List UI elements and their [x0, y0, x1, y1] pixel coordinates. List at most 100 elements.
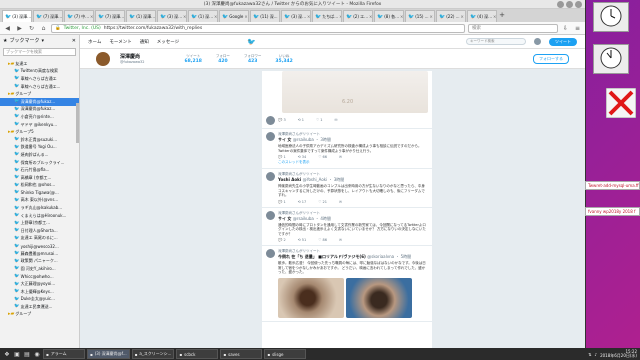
browser-tab[interactable]: 🐦 Google ×: [219, 10, 249, 22]
close-tab-icon[interactable]: ×: [430, 14, 433, 19]
bookmark-item[interactable]: 🐦 大正藤理@yoyoi...: [0, 280, 79, 288]
browser-tab[interactable]: 🐦(3) 深澤...×: [2, 10, 32, 22]
profile-stat[interactable]: ツイート 68,218: [185, 54, 202, 64]
bookmark-item[interactable]: 🐦 焼肉鈴ばんる...: [0, 151, 79, 159]
reply-button[interactable]: 💬 3: [278, 118, 286, 122]
bookmark-item[interactable]: 🐦 深澤慶尚@fukaz...: [0, 106, 79, 114]
taskbar-task[interactable]: ▪ saves: [220, 349, 263, 359]
nav-home[interactable]: ホーム: [88, 39, 101, 45]
tweet[interactable]: 💬 3 ⟲ 1 ♡ 1 ✉: [262, 113, 432, 129]
tweet-avatar[interactable]: [266, 172, 275, 181]
bookmark-item[interactable]: 🐦 くまえらは@Hiroonuk...: [0, 212, 79, 220]
bookmark-item[interactable]: 🐦 yoshiji@wesco32...: [0, 242, 79, 250]
bookmark-item[interactable]: 🐦 友達エ民衆運送...: [0, 303, 79, 311]
bookmark-item[interactable]: 🐦 ラギ丸山@Isakukab...: [0, 204, 79, 212]
browser-tab[interactable]: 🐦 (22) ... ×: [436, 10, 466, 22]
browser-tab[interactable]: 🐦 (4) 深... ×: [467, 10, 497, 22]
home-icon[interactable]: ⌂: [39, 24, 48, 33]
like-button[interactable]: ♡ 1: [316, 118, 323, 122]
bookmark-item[interactable]: 🐦 園 河史Y_akihiro...: [0, 265, 79, 273]
close-tab-icon[interactable]: ×: [339, 14, 341, 19]
bookmark-folder[interactable]: ▸▰ 友達エ: [0, 60, 79, 68]
profile-name[interactable]: 深澤慶尚: [120, 53, 145, 60]
bookmark-item[interactable]: 🐦 上野章(京都工...: [0, 219, 79, 227]
bookmark-item[interactable]: 🐦 木上優輝@Keys...: [0, 288, 79, 296]
taskbar-task[interactable]: ▪ アラーム: [43, 349, 85, 359]
close-tab-icon[interactable]: ×: [244, 14, 247, 19]
desktop-note-1[interactable]: Twwret-add-mysql-uma.ff: [585, 181, 640, 190]
browser-launcher-icon[interactable]: ◉: [33, 350, 41, 358]
account-avatar[interactable]: [534, 38, 541, 45]
bookmark-item[interactable]: 🐦 保育所のブルックライ...: [0, 159, 79, 167]
profile-stat[interactable]: フォロー 420: [216, 54, 230, 64]
tweet-author[interactable]: Yoshi Aoki @Yoshi_Aoki ・ 3時間: [278, 177, 428, 183]
bookmark-item[interactable]: 🐦 高橋章 (京都工...: [0, 174, 79, 182]
taskbar-task[interactable]: ▪ (3) 深澤慶尚@f...: [87, 349, 130, 359]
dm-icon[interactable]: ✉: [339, 200, 342, 204]
nav-notifications[interactable]: 通知: [140, 39, 149, 45]
reply-button[interactable]: 💬 2: [278, 238, 286, 242]
volume-icon[interactable]: ♪: [595, 352, 598, 357]
bookmark-item[interactable]: 🐦 小倉亮介@rinte...: [0, 113, 79, 121]
browser-tab[interactable]: 🐦 (3) 深... ×: [157, 10, 187, 22]
window-titlebar[interactable]: (3) 深澤慶尚@fukazawa32さん / Twitter からのお気に入り…: [0, 0, 585, 9]
browser-tab[interactable]: 🐦 (8) 各... ×: [374, 10, 404, 22]
bookmark-item[interactable]: 🐦 Whicc@ohwho...: [0, 273, 79, 281]
tweet-photo[interactable]: 6.20: [282, 71, 428, 113]
bookmark-item[interactable]: 🐦 Duke圭太@yuic...: [0, 295, 79, 303]
browser-tab[interactable]: 🐦(11) 深...×: [250, 10, 280, 22]
new-tab-button[interactable]: +: [498, 10, 506, 22]
tweet-avatar[interactable]: [266, 210, 275, 220]
bookmark-folder[interactable]: ▸▰ グループ: [0, 311, 79, 319]
browser-tab[interactable]: 🐦 (7) 中... ×: [64, 10, 94, 22]
taskbar-task[interactable]: ▪ scbck: [176, 349, 219, 359]
desktop-note-2[interactable]: fvanny wp2018y 2018 f: [585, 207, 640, 216]
profile-stat[interactable]: いいね 35,342: [275, 54, 292, 64]
dm-icon[interactable]: ✉: [339, 238, 342, 242]
search-bar[interactable]: 検索: [468, 23, 558, 33]
close-tab-icon[interactable]: ×: [279, 14, 280, 19]
dm-icon[interactable]: ✉: [335, 118, 338, 122]
tweet[interactable]: 深澤慶尚さんがリツイート Yoshi Aoki @Yoshi_Aoki ・ 3時間…: [262, 169, 432, 208]
retweet-button[interactable]: ⟲ 17: [298, 200, 307, 204]
files-icon[interactable]: ▣: [13, 350, 21, 358]
browser-tab[interactable]: 🐦(1) 深澤...×: [126, 10, 156, 22]
dm-icon[interactable]: ✉: [339, 155, 342, 159]
tweet-author[interactable]: サイ 女 @rsaikuba ・ 4時間: [278, 216, 428, 222]
retweet-button[interactable]: ⟲ 51: [298, 238, 307, 242]
close-button[interactable]: [575, 1, 582, 8]
nav-moments[interactable]: モーメント: [109, 39, 131, 45]
profile-avatar[interactable]: [96, 51, 110, 66]
browser-tab[interactable]: 🐦(7) 深澤...×: [33, 10, 63, 22]
close-tab-icon[interactable]: ×: [461, 14, 464, 19]
close-tab-icon[interactable]: ×: [214, 14, 217, 19]
sidebar-search-input[interactable]: ブックマークを検索: [3, 48, 76, 56]
bookmark-item[interactable]: 🐦 日付理人@Shorta...: [0, 227, 79, 235]
bookmark-item[interactable]: 🐦 藤森豊雅@mrusai...: [0, 250, 79, 258]
tweet-avatar[interactable]: [266, 249, 275, 258]
nav-messages[interactable]: メッセージ: [157, 39, 179, 45]
clock-widget-2[interactable]: [593, 44, 629, 74]
like-button[interactable]: ♡ 66: [318, 155, 327, 159]
bookmark-item[interactable]: 🐦 高木 東以外(@vns...: [0, 197, 79, 205]
tweet-author[interactable]: サイ 女 @rsaikuba ・ 3時間: [278, 137, 428, 143]
bookmark-item[interactable]: 🐦 石元竹島@fla...: [0, 166, 79, 174]
tweet-button[interactable]: ツイート: [549, 37, 577, 46]
close-tab-icon[interactable]: ×: [90, 14, 93, 19]
bookmark-item[interactable]: 🐦 ヤドヤ @ikenkyu...: [0, 121, 79, 129]
start-menu-icon[interactable]: ❖: [3, 350, 11, 358]
close-tab-icon[interactable]: ×: [183, 14, 186, 19]
tweet-photo[interactable]: [278, 277, 344, 318]
network-icon[interactable]: ⇅: [588, 352, 591, 357]
tweet[interactable]: 深澤慶尚さんがリツイート サイ 女 @rsaikuba ・ 4時間 通信的時間の時に…: [262, 208, 432, 246]
close-tab-icon[interactable]: ×: [307, 14, 310, 19]
reply-button[interactable]: 💬 1: [278, 155, 286, 159]
back-icon[interactable]: ◀: [3, 24, 12, 33]
bookmark-folder[interactable]: ▸▰ グループ: [0, 90, 79, 98]
retweet-button[interactable]: ⟲ 1: [298, 118, 304, 122]
taskbar-task[interactable]: ▪ slisge: [264, 349, 307, 359]
browser-tab[interactable]: 🐦(7) 深澤...×: [95, 10, 125, 22]
tweet-author[interactable]: 今倒れ 在「ち 退量」 ■ロリアルド/ヴァジモ(6) @skoriaalvna …: [278, 254, 428, 260]
like-button[interactable]: ♡ 21: [318, 200, 327, 204]
browser-tab[interactable]: 🐦 (3) 深... ×: [281, 10, 311, 22]
